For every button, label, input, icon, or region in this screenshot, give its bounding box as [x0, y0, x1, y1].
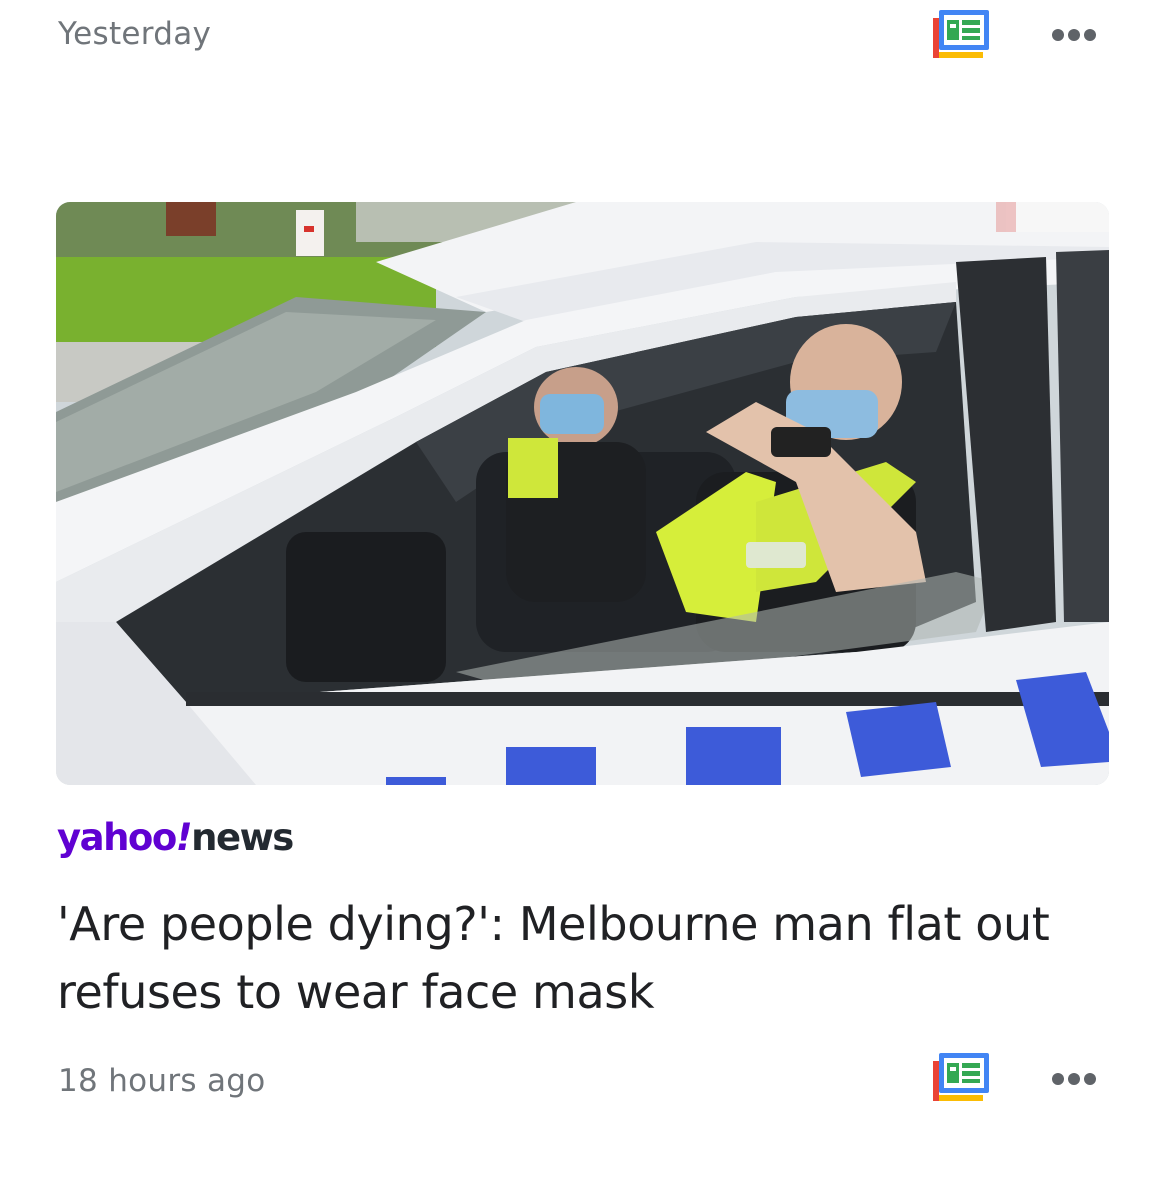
google-news-icon[interactable] — [929, 1051, 991, 1105]
source-bang: ! — [175, 816, 193, 859]
google-news-icon[interactable] — [929, 8, 991, 62]
date-label: Yesterday — [58, 16, 212, 52]
article-timestamp: 18 hours ago — [58, 1063, 266, 1099]
more-options-icon[interactable] — [1049, 25, 1099, 45]
article-thumbnail[interactable] — [56, 202, 1109, 785]
article-meta-row: 18 hours ago — [0, 1045, 1165, 1125]
source-logo: yahoo!news — [57, 812, 294, 864]
date-header-row: Yesterday — [0, 0, 1165, 80]
source-section: news — [191, 816, 294, 859]
news-photo — [56, 202, 1109, 785]
more-options-icon[interactable] — [1049, 1069, 1099, 1089]
source-brand: yahoo — [57, 816, 177, 859]
article-headline[interactable]: 'Are people dying?': Melbourne man flat … — [57, 890, 1117, 1026]
